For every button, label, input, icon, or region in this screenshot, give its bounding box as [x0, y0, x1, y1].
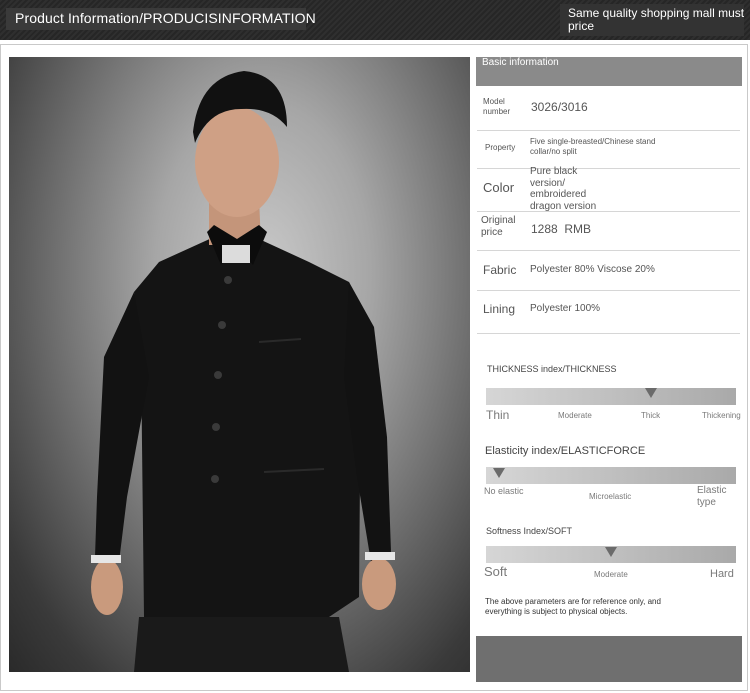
divider	[477, 130, 740, 131]
model-number-value: 3026/3016	[531, 100, 588, 114]
fabric-label: Fabric	[483, 263, 517, 277]
model-number-label: Model number	[483, 97, 511, 116]
thickness-marker	[645, 388, 657, 398]
model-photo-icon	[91, 71, 396, 672]
thickness-title: THICKNESS index/THICKNESS	[487, 364, 617, 374]
divider	[477, 333, 740, 334]
elasticity-scale-micro: Microelastic	[589, 492, 632, 501]
divider	[477, 290, 740, 291]
property-label: Property	[485, 143, 516, 152]
elasticity-marker	[492, 468, 505, 478]
product-photo	[9, 57, 470, 672]
elasticity-bar	[486, 467, 736, 484]
original-price-label: Original price	[481, 215, 516, 238]
original-price-value: 1288 RMB	[531, 222, 592, 236]
softness-scale-hard: Hard	[710, 568, 734, 580]
lining-label: Lining	[483, 302, 516, 316]
basic-info-title: Basic information	[482, 57, 559, 68]
softness-marker	[605, 547, 617, 557]
lining-value: Polyester 100%	[530, 303, 601, 314]
color-value: Pure black version/ embroidered dragon v…	[530, 166, 597, 212]
thickness-scale-moderate: Moderate	[558, 411, 592, 420]
banner-title: Product Information/PRODUCISINFORMATION	[15, 10, 316, 26]
softness-title: Softness Index/SOFT	[486, 526, 573, 536]
fabric-value: Polyester 80% Viscose 20%	[530, 264, 655, 275]
thickness-scale-thick: Thick	[641, 411, 661, 420]
thickness-bar	[486, 388, 736, 405]
property-value: Five single-breasted/Chinese stand colla…	[530, 137, 656, 156]
softness-scale-soft: Soft	[484, 564, 508, 579]
thickness-scale-thin: Thin	[486, 408, 510, 422]
reference-note: The above parameters are for reference o…	[485, 597, 661, 616]
elasticity-title: Elasticity index/ELASTICFORCE	[485, 445, 646, 457]
elasticity-scale-elastic: Elastic type	[697, 485, 727, 508]
banner-slogan: Same quality shopping mall must price	[568, 6, 745, 33]
softness-scale-moderate: Moderate	[594, 570, 628, 579]
divider	[477, 211, 740, 212]
elasticity-scale-none: No elastic	[484, 486, 524, 496]
thickness-scale-thickening: Thickening	[702, 411, 741, 420]
divider	[477, 250, 740, 251]
panel-footer-bar	[476, 636, 742, 682]
color-label: Color	[483, 180, 515, 195]
